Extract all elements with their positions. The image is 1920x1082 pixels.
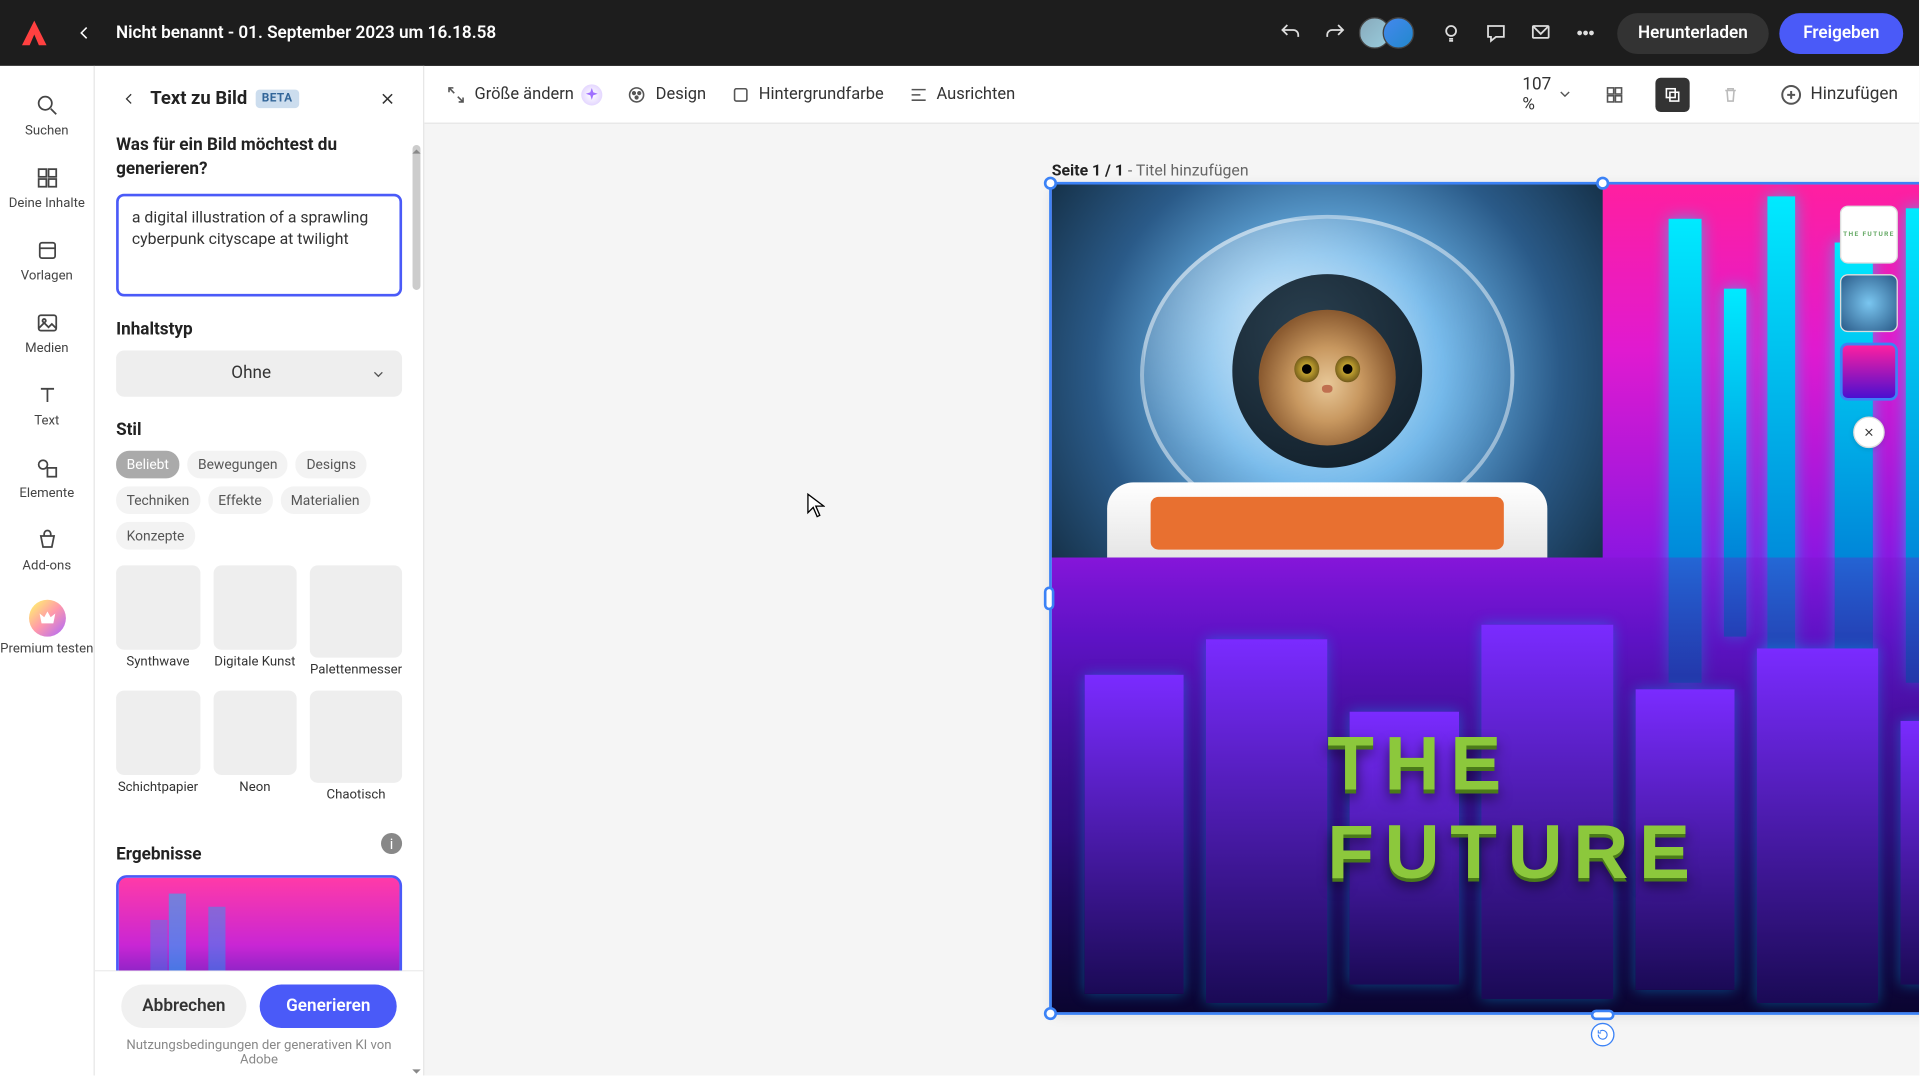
tool-align[interactable]: Ausrichten [907, 84, 1015, 105]
resize-handle[interactable] [1596, 177, 1609, 190]
more-icon[interactable] [1572, 20, 1598, 46]
canvas-toolbar: Größe ändern Design Hintergrundfarbe Aus… [424, 66, 1919, 124]
download-button[interactable]: Herunterladen [1617, 13, 1769, 54]
layers-icon[interactable] [1655, 77, 1689, 111]
artboard[interactable]: THE FUTURE Adobe Express [1052, 185, 1919, 1013]
panel-back-button[interactable] [116, 86, 142, 112]
tool-bgcolor[interactable]: Hintergrundfarbe [730, 84, 884, 105]
content-type-label: Inhaltstyp [116, 320, 402, 340]
resize-handle[interactable] [1591, 1010, 1615, 1021]
canvas-area: Größe ändern Design Hintergrundfarbe Aus… [424, 66, 1919, 1076]
back-button[interactable] [66, 14, 103, 51]
panel-title: Text zu Bild [150, 88, 247, 109]
resize-handle[interactable] [1044, 1007, 1057, 1020]
share-button[interactable]: Freigeben [1779, 13, 1903, 54]
rail-premium[interactable]: Premium testen [0, 589, 94, 672]
text-to-image-panel: Text zu Bild BETA Was für ein Bild möcht… [95, 66, 425, 1076]
add-page-button[interactable]: Hinzufügen [1779, 82, 1898, 106]
generate-button[interactable]: Generieren [260, 985, 397, 1028]
style-synthwave[interactable]: Synthwave [116, 566, 200, 678]
present-icon[interactable] [1527, 20, 1553, 46]
rail-search[interactable]: Suchen [0, 82, 94, 154]
style-digital-art[interactable]: Digitale Kunst [213, 566, 297, 678]
scrollbar-thumb[interactable] [413, 145, 421, 290]
tool-design[interactable]: Design [627, 84, 706, 105]
resize-handle[interactable] [1044, 587, 1055, 611]
canvas-headline-text: THE FUTURE [1327, 720, 1878, 897]
chevron-down-icon [370, 366, 386, 382]
rail-text[interactable]: Text [0, 372, 94, 444]
style-layered-paper[interactable]: Schichtpapier [116, 691, 200, 803]
scroll-down-icon[interactable] [411, 1057, 422, 1068]
app-header: Nicht benannt - 01. September 2023 um 16… [0, 0, 1919, 66]
lightbulb-icon[interactable] [1438, 20, 1464, 46]
canvas-cat-image [1052, 185, 1603, 557]
comment-icon[interactable] [1482, 20, 1508, 46]
beta-badge: BETA [255, 90, 299, 108]
panel-close-button[interactable] [373, 84, 402, 113]
page-thumbnails: THE FUTURE [1837, 206, 1900, 449]
chip-movements[interactable]: Bewegungen [187, 451, 288, 479]
chip-effects[interactable]: Effekte [208, 486, 273, 514]
rotate-handle[interactable] [1591, 1023, 1615, 1047]
results-label: Ergebnisse [116, 845, 201, 865]
prompt-input[interactable]: a digital illustration of a sprawling cy… [116, 194, 402, 297]
mouse-cursor-icon [807, 493, 825, 519]
terms-link[interactable]: Nutzungsbedingungen der generativen KI v… [116, 1039, 402, 1068]
style-chaotic[interactable]: Chaotisch [310, 691, 402, 803]
chip-popular[interactable]: Beliebt [116, 451, 179, 479]
content-type-dropdown[interactable]: Ohne [116, 351, 402, 397]
cancel-button[interactable]: Abbrechen [121, 985, 246, 1028]
style-palette-knife[interactable]: Palettenmesser [310, 566, 402, 678]
rail-media[interactable]: Medien [0, 299, 94, 371]
left-rail: Suchen Deine Inhalte Vorlagen Medien Tex… [0, 66, 95, 1076]
style-neon[interactable]: Neon [213, 691, 297, 803]
page-thumb-2[interactable] [1840, 274, 1898, 332]
adobe-logo-icon [16, 14, 53, 51]
prompt-label: Was für ein Bild möchtest du generieren? [116, 134, 402, 180]
page-thumb-3[interactable] [1840, 343, 1898, 401]
resize-handle[interactable] [1044, 177, 1057, 190]
document-title[interactable]: Nicht benannt - 01. September 2023 um 16… [116, 23, 496, 43]
rail-elements[interactable]: Elemente [0, 444, 94, 516]
undo-icon[interactable] [1277, 20, 1303, 46]
tool-resize[interactable]: Größe ändern [445, 84, 602, 105]
chip-concepts[interactable]: Konzepte [116, 522, 195, 550]
close-thumbnails-button[interactable] [1853, 416, 1885, 448]
zoom-control[interactable]: 107 % [1522, 74, 1573, 114]
redo-icon[interactable] [1322, 20, 1348, 46]
sparkle-icon [582, 84, 603, 105]
chevron-down-icon [1556, 86, 1573, 103]
grid-view-icon[interactable] [1597, 77, 1631, 111]
scroll-up-icon[interactable] [411, 137, 422, 148]
rail-your-content[interactable]: Deine Inhalte [0, 154, 94, 226]
page-indicator[interactable]: Seite 1 / 1 - Titel hinzufügen [1052, 161, 1249, 179]
rail-addons[interactable]: Add-ons [0, 517, 94, 589]
page-thumb-1[interactable]: THE FUTURE [1840, 206, 1898, 264]
info-icon[interactable]: i [381, 833, 402, 854]
chip-materials[interactable]: Materialien [280, 486, 370, 514]
collaborator-avatars[interactable] [1366, 17, 1413, 49]
chip-techniques[interactable]: Techniken [116, 486, 200, 514]
delete-icon [1713, 77, 1747, 111]
result-thumbnail[interactable] [116, 875, 402, 970]
chip-designs[interactable]: Designs [296, 451, 367, 479]
rail-templates[interactable]: Vorlagen [0, 227, 94, 299]
style-label: Stil [116, 421, 402, 441]
